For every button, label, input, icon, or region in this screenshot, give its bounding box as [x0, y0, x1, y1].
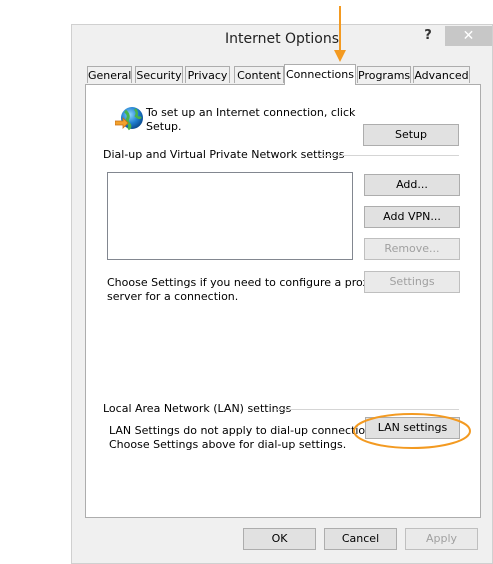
proxy-description-line1: Choose Settings if you need to configure… — [107, 276, 376, 289]
apply-button[interactable]: Apply — [405, 528, 478, 550]
tab-privacy[interactable]: Privacy — [185, 66, 230, 83]
lan-group-divider — [277, 409, 459, 410]
tab-content[interactable]: Content — [234, 66, 284, 83]
lan-settings-button[interactable]: LAN settings — [365, 417, 460, 439]
connections-listbox[interactable] — [107, 172, 353, 260]
lan-description-line2: Choose Settings above for dial-up settin… — [109, 438, 347, 451]
tab-programs[interactable]: Programs — [357, 66, 411, 83]
connections-panel: To set up an Internet connection, click … — [85, 84, 481, 518]
add-button[interactable]: Add... — [364, 174, 460, 196]
tab-connections[interactable]: Connections — [284, 64, 356, 85]
setup-button[interactable]: Setup — [363, 124, 459, 146]
setup-description-line2: Setup. — [146, 120, 182, 133]
remove-button[interactable]: Remove... — [364, 238, 460, 260]
proxy-description-line2: server for a connection. — [107, 290, 239, 303]
tab-general[interactable]: General — [87, 66, 132, 83]
lan-group-label: Local Area Network (LAN) settings — [103, 402, 292, 415]
help-button[interactable]: ? — [417, 27, 439, 45]
cancel-button[interactable]: Cancel — [324, 528, 397, 550]
settings-button[interactable]: Settings — [364, 271, 460, 293]
close-button[interactable]: ✕ — [445, 26, 492, 46]
add-vpn-button[interactable]: Add VPN... — [364, 206, 460, 228]
globe-connection-icon — [115, 107, 143, 131]
title-bar: Internet Options ? ✕ — [72, 25, 492, 60]
ok-button[interactable]: OK — [243, 528, 316, 550]
tab-advanced[interactable]: Advanced — [413, 66, 470, 83]
tab-security[interactable]: Security — [135, 66, 183, 83]
setup-description-line1: To set up an Internet connection, click — [146, 106, 356, 119]
dialup-group-label: Dial-up and Virtual Private Network sett… — [103, 148, 345, 161]
dialup-group-divider — [319, 155, 459, 156]
internet-options-dialog: Internet Options ? ✕ General Security Pr… — [71, 24, 493, 564]
lan-description-line1: LAN Settings do not apply to dial-up con… — [109, 424, 382, 437]
